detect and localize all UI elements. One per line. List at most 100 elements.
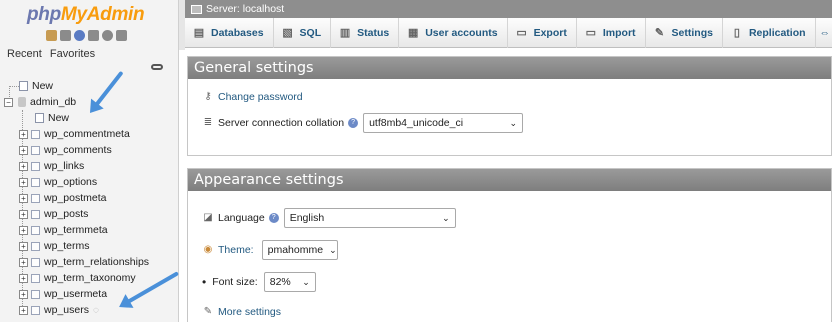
language-value: English (289, 212, 325, 224)
expand-icon[interactable]: + (19, 289, 28, 299)
navigation-panel: phpMyAdmin Recent Favorites New − admin_… (0, 0, 179, 322)
expand-icon[interactable]: + (19, 305, 28, 315)
table-icon (31, 209, 40, 219)
tab-user-accounts[interactable]: ▦ User accounts (399, 17, 508, 48)
help-icon[interactable]: ? (268, 213, 279, 223)
tree-node-table[interactable]: + wp_commentmeta (19, 126, 130, 142)
more-settings-row: ✎ More settings (202, 306, 281, 318)
collapse-icon[interactable]: − (4, 97, 13, 107)
phpmyadmin-logo[interactable]: phpMyAdmin (27, 4, 145, 26)
tab-label: Import (602, 26, 636, 39)
tree-node-table[interactable]: + wp_links (19, 158, 84, 174)
more-settings-link[interactable]: More settings (218, 306, 281, 318)
tab-export[interactable]: ▭ Export (508, 17, 577, 48)
key-icon: ⚷ (204, 91, 212, 102)
help-icon[interactable] (74, 30, 85, 41)
expand-icon[interactable]: + (19, 273, 28, 283)
tab-label: Export (533, 26, 567, 39)
general-settings-title: General settings (188, 57, 831, 79)
table-label: wp_posts (44, 208, 89, 220)
users-icon: ▦ (408, 26, 419, 39)
language-select[interactable]: English ⌄ (283, 208, 456, 228)
tree-node-new-database[interactable]: New (19, 78, 53, 94)
tree-node-new-table[interactable]: New (35, 110, 69, 126)
expand-icon[interactable]: + (19, 145, 28, 155)
tab-label: Databases (211, 26, 264, 39)
tree-node-table[interactable]: + wp_term_taxonomy (19, 270, 136, 286)
table-label: wp_users (44, 304, 89, 316)
collation-select[interactable]: utf8mb4_unicode_ci ⌄ (363, 113, 524, 133)
theme-label[interactable]: Theme: (218, 244, 254, 256)
chevron-down-icon: ⌄ (509, 117, 518, 128)
sql-icon: ▧ (282, 26, 293, 39)
table-label: wp_links (44, 160, 85, 172)
table-icon (31, 225, 40, 235)
appearance-settings-title: Appearance settings (188, 169, 831, 191)
table-label: wp_usermeta (44, 288, 108, 300)
change-password-row: ⚷ Change password (202, 91, 303, 103)
help-icon[interactable]: ? (348, 118, 359, 128)
more-tabs-button[interactable]: ⇔ (816, 18, 832, 48)
table-icon (31, 177, 40, 187)
table-icon (31, 193, 40, 203)
language-row: ◪ Language ? English ⌄ (202, 208, 456, 228)
theme-row: ◉ Theme: pmahomme ⌄ (202, 240, 338, 260)
tree-node-table[interactable]: + wp_users ◌ (19, 302, 99, 318)
expand-icon[interactable]: + (19, 129, 28, 139)
tab-sql[interactable]: ▧ SQL (274, 17, 332, 48)
tab-replication[interactable]: ▯ Replication (723, 17, 816, 48)
logout-icon[interactable] (60, 30, 71, 41)
tab-status[interactable]: ▥ Status (331, 17, 400, 48)
tree-node-table[interactable]: + wp_termmeta (19, 222, 108, 238)
recent-tab[interactable]: Recent (7, 48, 42, 60)
expand-icon[interactable]: + (19, 161, 28, 171)
font-size-select[interactable]: 82% ⌄ (263, 272, 316, 292)
tree-node-table[interactable]: + wp_posts (19, 206, 88, 222)
tree-node-table[interactable]: + wp_comments (19, 142, 112, 158)
tree-node-table[interactable]: + wp_postmeta (19, 190, 106, 206)
wrench-icon: ✎ (203, 306, 213, 317)
table-icon (31, 305, 40, 315)
database-icon (18, 97, 26, 107)
settings-gear-icon[interactable] (102, 30, 113, 41)
chevron-down-icon: ⌄ (442, 212, 450, 223)
expand-icon[interactable]: + (19, 209, 28, 219)
expand-icon[interactable]: + (19, 177, 28, 187)
tab-databases[interactable]: ▤ Databases (185, 17, 274, 48)
tree-node-table[interactable]: + wp_usermeta (19, 286, 107, 302)
theme-select[interactable]: pmahomme ⌄ (261, 240, 338, 260)
table-icon (31, 241, 40, 251)
tree-node-admin-db[interactable]: − admin_db (4, 94, 76, 110)
link-with-main-panel-icon[interactable] (151, 64, 163, 70)
tree-node-table[interactable]: + wp_term_relationships (19, 254, 149, 270)
server-label[interactable]: Server: localhost (206, 3, 284, 15)
tree-node-table[interactable]: + wp_options (19, 174, 97, 190)
expand-icon[interactable]: + (19, 225, 28, 235)
table-icon (31, 145, 40, 155)
change-password-link[interactable]: Change password (218, 91, 303, 103)
server-icon (191, 4, 202, 14)
table-label: wp_options (44, 176, 98, 188)
expand-icon[interactable]: + (19, 193, 28, 203)
table-label: wp_comments (44, 144, 112, 156)
table-label: wp_term_relationships (44, 256, 150, 268)
status-icon: ▥ (339, 26, 351, 39)
logo-myadmin: MyAdmin (60, 4, 145, 25)
tab-import[interactable]: ▭ Import (577, 17, 646, 48)
expand-icon[interactable]: + (19, 257, 28, 267)
tab-settings[interactable]: ✎ Settings (646, 17, 723, 48)
hidden-items-icon[interactable]: ◌ (93, 305, 99, 316)
favorites-tab[interactable]: Favorites (50, 48, 95, 60)
docs-icon[interactable] (88, 30, 99, 41)
expand-icon[interactable]: + (19, 241, 28, 251)
new-table-icon (35, 113, 44, 123)
table-label: wp_terms (44, 240, 90, 252)
chevron-down-icon: ⌄ (302, 276, 310, 287)
databases-icon: ▤ (193, 26, 205, 39)
tree-node-table[interactable]: + wp_terms (19, 238, 90, 254)
reload-icon[interactable] (116, 30, 127, 41)
home-icon[interactable] (46, 30, 57, 41)
server-breadcrumb: Server: localhost (185, 0, 832, 18)
tab-label: Settings (671, 26, 713, 39)
collation-value: utf8mb4_unicode_ci (369, 117, 464, 129)
